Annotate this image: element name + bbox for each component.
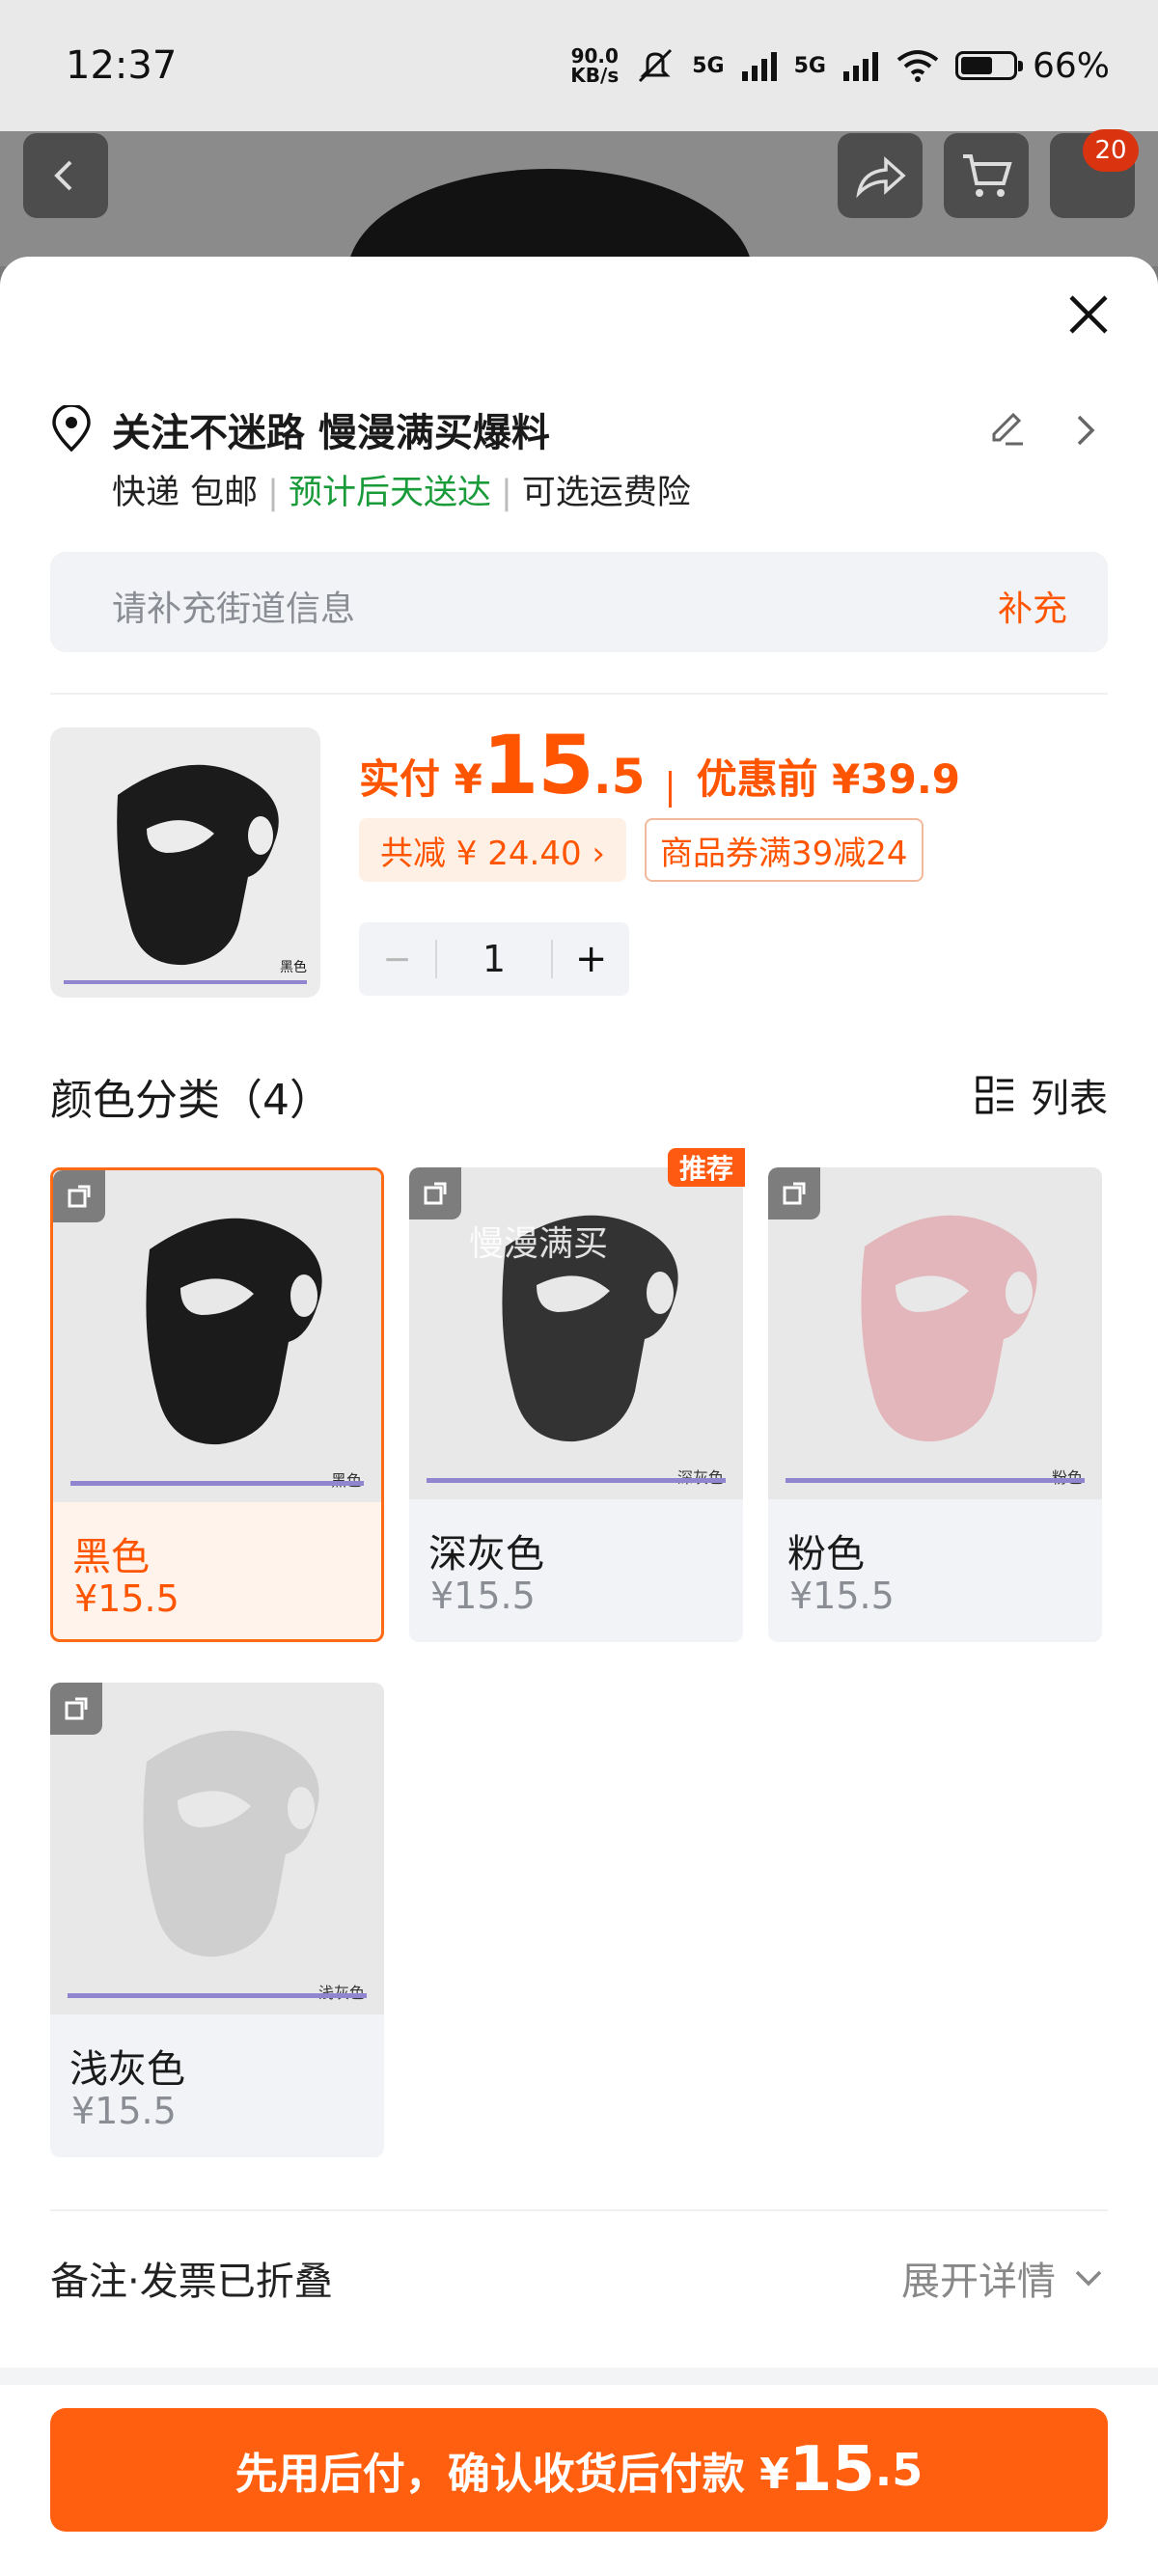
variant-tag: 粉色: [1052, 1465, 1083, 1488]
expand-label: 展开详情: [901, 2260, 1056, 2304]
variant-section-title: 颜色分类（4）: [50, 1076, 332, 1125]
increase-button[interactable]: +: [553, 937, 629, 981]
street-info-field[interactable]: 请补充街道信息 补充: [50, 552, 1108, 652]
pay-dec: .5: [593, 749, 646, 805]
variant-card[interactable]: 黑色黑色¥15.5: [50, 1167, 384, 1642]
pay-prefix: 实付 ¥: [359, 755, 482, 803]
pay-button-int: 15: [788, 2434, 875, 2506]
product-thumbnail[interactable]: 黑色: [50, 727, 320, 998]
divider: [50, 693, 1108, 695]
variant-underline: [786, 1478, 1085, 1483]
chevron-left-icon: [54, 160, 72, 191]
list-label: 列表: [1031, 1077, 1108, 1121]
coupon-chip: 商品券满39减24: [645, 818, 924, 882]
chevron-down-icon: [1075, 2270, 1102, 2287]
network-speed: 90.0 KB/s: [570, 44, 620, 87]
mute-bell-icon: [639, 48, 673, 83]
variant-underline: [70, 1481, 364, 1486]
pay-int: 15: [482, 718, 594, 812]
zoom-button[interactable]: [409, 1167, 461, 1219]
supplement-button[interactable]: 补充: [998, 581, 1067, 631]
variant-card[interactable]: 粉色粉色¥15.5: [768, 1167, 1102, 1642]
discount-chip[interactable]: 共减 ¥ 24.40 ›: [359, 818, 626, 882]
price-row: 实付 ¥15.5 优惠前 ¥39.9: [359, 718, 960, 812]
cart-icon: [963, 154, 1012, 197]
thumb-underline: [64, 980, 307, 984]
zoom-button[interactable]: [50, 1683, 102, 1735]
zoom-button[interactable]: [768, 1167, 820, 1219]
list-view-button[interactable]: 列表: [975, 1067, 1108, 1123]
variant-underline: [68, 1993, 367, 1998]
battery-icon: [954, 51, 1023, 80]
status-bar: 12:37 90.0 KB/s 5G 5G 66%: [0, 0, 1158, 131]
pay-button-dec: .5: [874, 2444, 924, 2496]
chevron-right-icon[interactable]: [1071, 411, 1100, 450]
variant-image: 浅灰色: [50, 1683, 384, 2014]
signal-icon: [741, 52, 777, 81]
variant-image: 粉色: [768, 1167, 1102, 1499]
signal-icon-2: [842, 52, 878, 81]
share-icon: [856, 156, 906, 199]
divider-2: [50, 2209, 1108, 2211]
variant-name: 浅灰色: [69, 2047, 185, 2092]
sku-selector-sheet: 关注不迷路 慢漫满买爆料 快递 包邮 | 预计后天送达 | 可选运费险 请补充街道信息 …: [0, 257, 1158, 2576]
variant-price: ¥15.5: [71, 2090, 177, 2132]
variant-name: 深灰色: [428, 1532, 544, 1576]
battery-percent: 66%: [1032, 45, 1110, 86]
badge-count: 20: [1083, 129, 1139, 172]
close-icon[interactable]: [1060, 286, 1117, 343]
watermark: 慢漫满买: [469, 1224, 609, 1264]
quantity-value[interactable]: 1: [434, 940, 554, 978]
expand-icon: [68, 1185, 91, 1208]
expand-icon: [65, 1697, 88, 1720]
clock: 12:37: [66, 43, 178, 88]
variant-tag: 浅灰色: [318, 1980, 365, 2003]
messages-button[interactable]: 20: [1050, 129, 1139, 218]
variant-image: 黑色: [53, 1170, 381, 1502]
original-price: 优惠前 ¥39.9: [696, 755, 961, 803]
variant-tag: 黑色: [331, 1467, 362, 1491]
thumb-color-tag: 黑色: [280, 960, 307, 975]
decrease-button[interactable]: −: [359, 940, 435, 979]
shipping-method: 快递 包邮: [112, 474, 259, 512]
footer-separator: [0, 2368, 1158, 2385]
status-icons: 90.0 KB/s 5G 5G 66%: [570, 46, 1110, 86]
mask-image: [146, 1218, 322, 1445]
variant-name: 黑色: [72, 1535, 150, 1579]
mask-image: [143, 1730, 319, 1958]
back-button[interactable]: [23, 133, 108, 218]
list-icon: [976, 1076, 1013, 1114]
expand-details-button[interactable]: 展开详情: [901, 2250, 1104, 2306]
delivery-eta: 预计后天送达: [288, 474, 491, 512]
expand-icon: [783, 1182, 806, 1205]
variant-card[interactable]: 浅灰色浅灰色¥15.5: [50, 1683, 384, 2157]
variant-name: 粉色: [787, 1532, 865, 1576]
remark-invoice-label: 备注·发票已折叠: [50, 2260, 333, 2304]
location-pin-icon: [52, 405, 91, 452]
recommend-badge: 推荐: [668, 1148, 745, 1187]
cart-button[interactable]: [944, 133, 1029, 218]
variant-tag: 深灰色: [677, 1465, 724, 1488]
share-button[interactable]: [838, 133, 923, 218]
variant-price: ¥15.5: [74, 1577, 179, 1620]
network-type-2: 5G: [793, 53, 826, 78]
quantity-stepper: − 1 +: [359, 922, 629, 996]
shipping-insurance: 可选运费险: [521, 474, 691, 512]
street-placeholder: 请补充街道信息: [112, 589, 356, 629]
expand-icon: [424, 1182, 447, 1205]
variant-price: ¥15.5: [789, 1575, 895, 1617]
pay-button-text: 先用后付，确认收货后付款 ¥: [234, 2450, 789, 2499]
wifi-icon: [896, 50, 939, 82]
mask-image: [861, 1215, 1037, 1442]
variant-underline: [427, 1478, 726, 1483]
network-type: 5G: [692, 53, 725, 78]
pay-later-button[interactable]: 先用后付，确认收货后付款 ¥15.5: [50, 2408, 1108, 2532]
zoom-button[interactable]: [53, 1170, 105, 1222]
edit-icon[interactable]: [986, 409, 1027, 450]
shipping-info: 快递 包邮 | 预计后天送达 | 可选运费险: [112, 474, 691, 512]
variant-price: ¥15.5: [430, 1575, 536, 1617]
address-title: 关注不迷路 慢漫满买爆料: [112, 411, 550, 455]
